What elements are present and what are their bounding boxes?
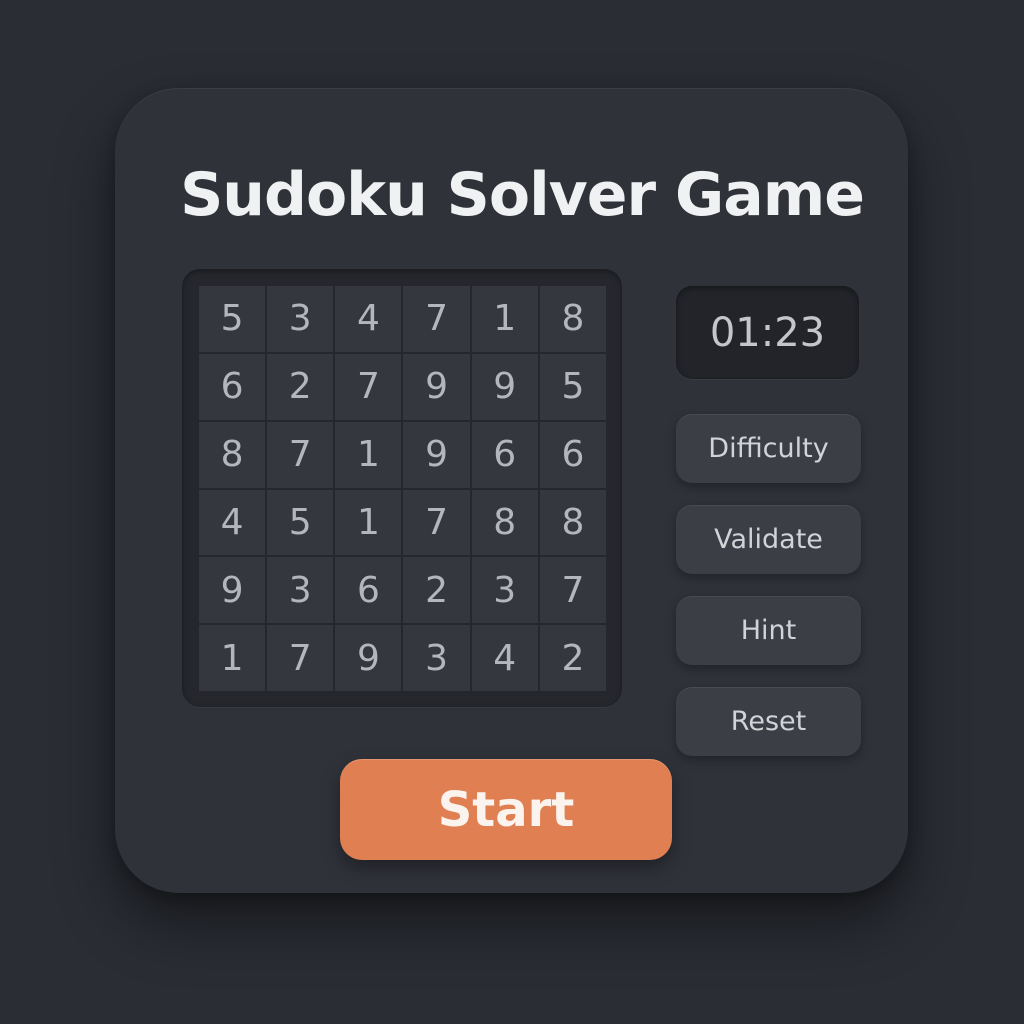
start-button[interactable]: Start bbox=[340, 759, 672, 860]
board-cell[interactable]: 5 bbox=[199, 286, 266, 352]
board-cell[interactable]: 7 bbox=[335, 353, 402, 420]
board-cell[interactable]: 7 bbox=[539, 557, 606, 624]
validate-button[interactable]: Validate bbox=[676, 505, 861, 574]
board-cell[interactable]: 1 bbox=[471, 286, 538, 352]
board-cell[interactable]: 2 bbox=[267, 353, 334, 420]
board-cell[interactable]: 3 bbox=[471, 557, 538, 624]
board-cell[interactable]: 3 bbox=[403, 625, 470, 691]
board-cell[interactable]: 9 bbox=[199, 557, 266, 624]
board-cell[interactable]: 8 bbox=[199, 421, 266, 488]
board-cell[interactable]: 5 bbox=[539, 353, 606, 420]
board-cell[interactable]: 3 bbox=[267, 557, 334, 624]
board-cell[interactable]: 6 bbox=[335, 557, 402, 624]
board-cell[interactable]: 3 bbox=[267, 286, 334, 352]
difficulty-button[interactable]: Difficulty bbox=[676, 414, 861, 483]
board-cell[interactable]: 8 bbox=[539, 286, 606, 352]
sudoku-grid: 534718627995871966451788936237179342 bbox=[199, 286, 606, 691]
board-cell[interactable]: 1 bbox=[199, 625, 266, 691]
board-cell[interactable]: 2 bbox=[403, 557, 470, 624]
board-cell[interactable]: 7 bbox=[403, 286, 470, 352]
sudoku-board: 534718627995871966451788936237179342 bbox=[182, 269, 622, 707]
board-cell[interactable]: 2 bbox=[539, 625, 606, 691]
board-cell[interactable]: 1 bbox=[335, 489, 402, 556]
board-cell[interactable]: 4 bbox=[335, 286, 402, 352]
board-cell[interactable]: 6 bbox=[539, 421, 606, 488]
board-cell[interactable]: 1 bbox=[335, 421, 402, 488]
board-cell[interactable]: 9 bbox=[403, 353, 470, 420]
board-cell[interactable]: 6 bbox=[199, 353, 266, 420]
board-cell[interactable]: 7 bbox=[403, 489, 470, 556]
reset-button[interactable]: Reset bbox=[676, 687, 861, 756]
hint-button[interactable]: Hint bbox=[676, 596, 861, 665]
board-cell[interactable]: 9 bbox=[403, 421, 470, 488]
board-cell[interactable]: 7 bbox=[267, 625, 334, 691]
board-cell[interactable]: 8 bbox=[471, 489, 538, 556]
board-cell[interactable]: 4 bbox=[471, 625, 538, 691]
board-cell[interactable]: 9 bbox=[335, 625, 402, 691]
timer-display: 01:23 bbox=[676, 286, 859, 379]
board-cell[interactable]: 4 bbox=[199, 489, 266, 556]
board-cell[interactable]: 8 bbox=[539, 489, 606, 556]
page-title: Sudoku Solver Game bbox=[180, 160, 865, 230]
board-cell[interactable]: 6 bbox=[471, 421, 538, 488]
board-cell[interactable]: 7 bbox=[267, 421, 334, 488]
board-cell[interactable]: 5 bbox=[267, 489, 334, 556]
board-cell[interactable]: 9 bbox=[471, 353, 538, 420]
